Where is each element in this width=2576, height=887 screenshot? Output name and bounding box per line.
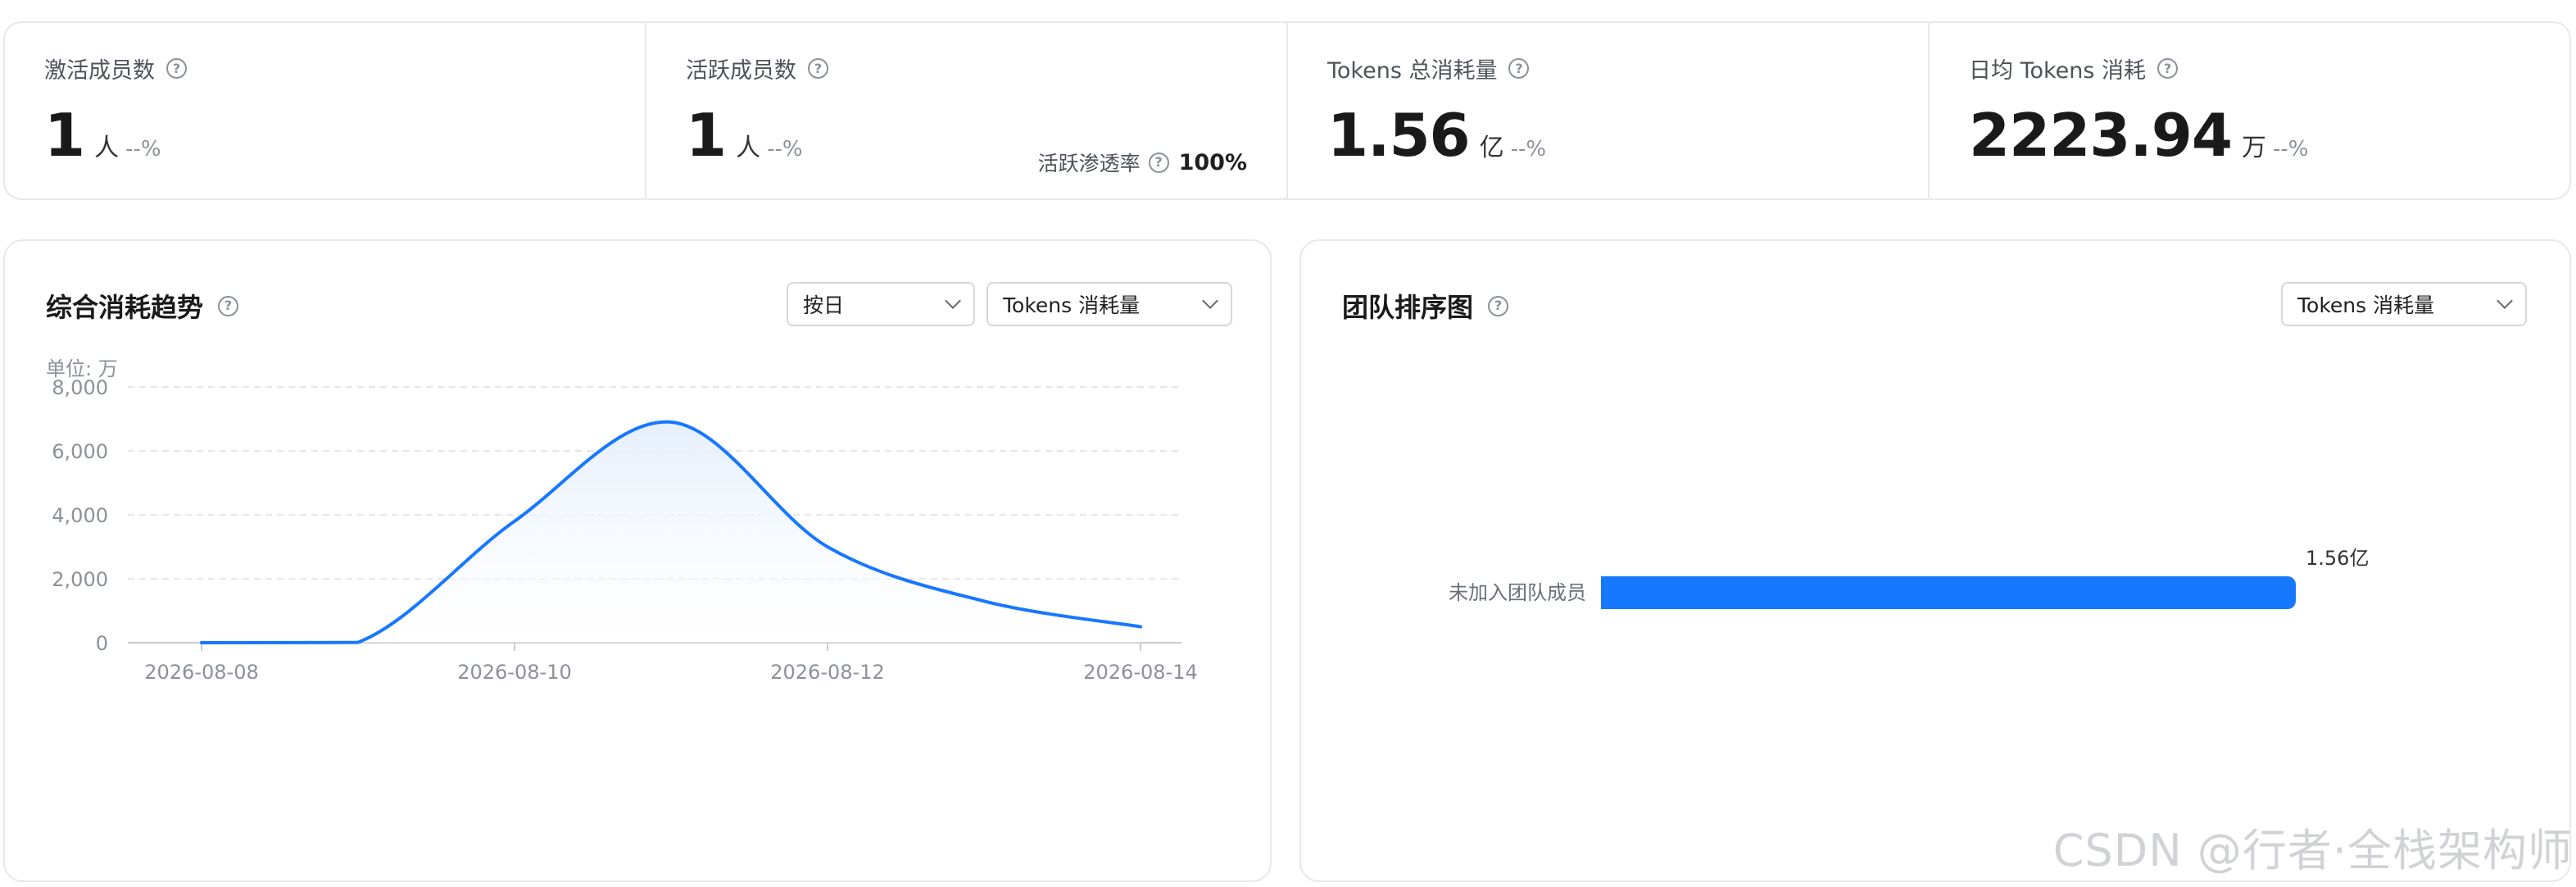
question-circle-icon[interactable]: ? [218,295,239,316]
x-tick-label: 2026-08-12 [770,661,884,684]
series-area [202,421,1141,643]
stat-unit: 人 [736,134,761,162]
bar [1601,576,2296,609]
stats-panel: 激活成员数 ? 1 人 --% 活跃成员数 ? 1 人 --% 活跃渗透率 ? … [3,21,2571,200]
stat-total-tokens: Tokens 总消耗量 ? 1.56 亿 --% [1286,23,1928,198]
stat-label: Tokens 总消耗量 [1327,58,1498,84]
granularity-value: 按日 [803,293,845,317]
watermark: CSDN @行者·全栈架构师 [2052,825,2573,876]
question-circle-icon[interactable]: ? [1148,152,1169,173]
y-tick-label: 2,000 [52,568,108,591]
trend-metric-value: Tokens 消耗量 [1003,293,1141,317]
stat-change: --% [2272,137,2309,161]
stat-active-members: 活跃成员数 ? 1 人 --% 活跃渗透率 ? 100% [645,23,1286,198]
stat-activated-members: 激活成员数 ? 1 人 --% [5,23,645,198]
stat-value: 2223.94 [1969,101,2233,170]
data-label: 1.56亿 [2306,547,2369,570]
question-circle-icon[interactable]: ? [808,58,828,79]
stat-unit: 人 [94,134,120,162]
question-circle-icon[interactable]: ? [2157,58,2179,79]
chevron-down-icon [1202,293,1218,309]
trend-card: 综合消耗趋势 ? 按日 Tokens 消耗量 单位: 万 0 2,000 4,000… [3,239,1272,882]
stat-change: --% [767,137,803,161]
ranking-title: 团队排序图 [1342,292,1474,323]
ranking-metric-select[interactable]: Tokens 消耗量 [2281,282,2527,326]
active-penetration-rate: 活跃渗透率 ? 100% [1038,148,1247,177]
y-tick-label: 8,000 [52,376,108,399]
category-label: 未加入团队成员 [1449,581,1586,604]
y-tick-label: 4,000 [52,504,108,527]
trend-title: 综合消耗趋势 [46,292,204,323]
x-tick-label: 2026-08-08 [144,661,258,684]
stat-label: 激活成员数 [44,58,155,84]
stat-unit: 亿 [1479,134,1504,162]
stat-change: --% [125,137,161,161]
stat-unit: 万 [2241,134,2266,162]
stat-daily-tokens: 日均 Tokens 消耗 ? 2223.94 万 --% [1928,23,2569,198]
ranking-card: 团队排序图 ? Tokens 消耗量 未加入团队成员 1.56亿 [1299,239,2571,882]
stat-value: 1.56 [1327,101,1471,170]
trend-chart: 0 2,000 4,000 6,000 8,000 2026-08-08 2026-08-1… [52,376,1197,684]
chevron-down-icon [2497,293,2513,309]
ranking-chart: 未加入团队成员 1.56亿 [1449,547,2369,609]
question-circle-icon[interactable]: ? [1488,295,1509,316]
stat-value: 1 [686,101,727,170]
question-circle-icon[interactable]: ? [1508,58,1530,79]
stat-label: 活跃成员数 [686,58,796,84]
granularity-select[interactable]: 按日 [787,282,975,326]
y-tick-label: 6,000 [52,440,108,463]
stat-value: 1 [44,101,85,170]
penetration-value: 100% [1178,149,1247,175]
penetration-label: 活跃渗透率 [1037,152,1141,175]
chevron-down-icon [945,293,961,309]
trend-metric-select[interactable]: Tokens 消耗量 [986,282,1232,326]
y-tick-label: 0 [96,632,108,655]
x-tick-label: 2026-08-10 [457,661,571,684]
ranking-metric-value: Tokens 消耗量 [2297,293,2435,317]
x-tick-label: 2026-08-14 [1083,661,1197,684]
question-circle-icon[interactable]: ? [166,58,187,79]
stat-change: --% [1510,137,1547,161]
bar-left-edge [1601,576,1612,609]
stat-label: 日均 Tokens 消耗 [1969,58,2147,84]
